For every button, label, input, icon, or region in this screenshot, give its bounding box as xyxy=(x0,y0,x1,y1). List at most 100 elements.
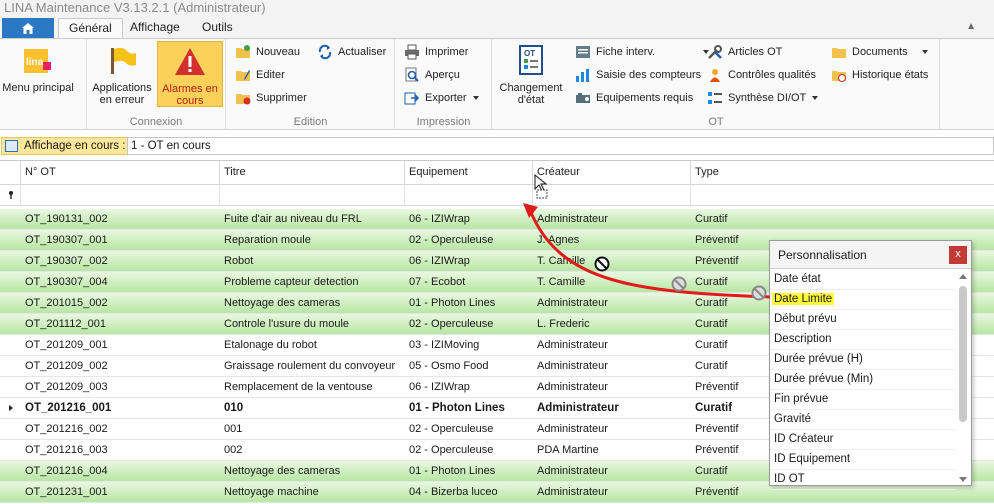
field-list-item[interactable]: Date Limite xyxy=(770,290,956,310)
documents-button[interactable]: Documents xyxy=(831,42,928,62)
supprimer-button[interactable]: Supprimer xyxy=(235,88,307,108)
column-header-createur[interactable]: Créateur xyxy=(533,161,691,184)
group-menu: lina Menu principal xyxy=(0,39,78,130)
field-list-item[interactable]: Description xyxy=(770,330,956,350)
row-selector[interactable] xyxy=(0,356,21,376)
group-edition: Nouveau Editer Supprimer Actualiser Edit… xyxy=(227,39,395,130)
apercu-label: Aperçu xyxy=(425,69,460,81)
actualiser-button[interactable]: Actualiser xyxy=(317,42,386,62)
field-list-item[interactable]: ID OT xyxy=(770,470,956,490)
cell-equipement: 01 - Photon Lines xyxy=(409,465,496,477)
field-list-item[interactable]: Date état xyxy=(770,270,956,290)
applications-en-erreur-button[interactable]: Applications en erreur xyxy=(90,41,154,106)
column-header-titre[interactable]: Titre xyxy=(220,161,405,184)
row-selector[interactable] xyxy=(0,293,21,313)
cell-titre: Controle l'usure du moule xyxy=(224,318,350,330)
column-header-type[interactable]: Type xyxy=(691,161,994,184)
articles-ot-button[interactable]: Articles OT xyxy=(707,42,782,62)
field-list-scrollbar[interactable] xyxy=(957,272,969,484)
controles-qualites-button[interactable]: Contrôles qualités xyxy=(707,65,816,85)
synthese-di-ot-button[interactable]: Synthèse DI/OT xyxy=(707,88,819,108)
cell-no-ot: OT_190307_002 xyxy=(25,255,108,267)
row-selector[interactable] xyxy=(0,419,21,439)
column-header-no-ot[interactable]: N° OT xyxy=(21,161,220,184)
cell-no-ot: OT_201209_001 xyxy=(25,339,108,351)
field-list-item[interactable]: ID Créateur xyxy=(770,430,956,450)
row-selector[interactable] xyxy=(0,440,21,460)
filter-equipement[interactable] xyxy=(405,185,533,205)
changement-etat-button[interactable]: OT Changement d'état xyxy=(497,41,565,106)
row-selector[interactable] xyxy=(0,272,21,292)
row-selector[interactable] xyxy=(0,314,21,334)
cell-titre: Nettoyage machine xyxy=(224,486,319,498)
cell-createur: Administrateur xyxy=(537,402,619,414)
row-selector[interactable] xyxy=(0,230,21,250)
ribbon-collapse-icon[interactable]: ▲ xyxy=(966,21,976,32)
equipements-requis-button[interactable]: Equipements requis xyxy=(575,88,693,108)
documents-label: Documents xyxy=(852,46,908,58)
cell-createur: Administrateur xyxy=(537,297,608,309)
row-selector[interactable] xyxy=(0,209,21,229)
column-header-equipement[interactable]: Equipement xyxy=(405,161,533,184)
tab-affichage[interactable]: Affichage xyxy=(120,18,190,38)
alarmes-en-cours-button[interactable]: Alarmes en cours xyxy=(157,41,223,107)
supprimer-label: Supprimer xyxy=(256,92,307,104)
fiche-interv-button[interactable]: Fiche interv. xyxy=(575,42,710,62)
field-list-item[interactable]: Durée prévue (Min) xyxy=(770,370,956,390)
field-list-item[interactable]: Début prévu xyxy=(770,310,956,330)
close-icon: x xyxy=(955,248,961,260)
editer-button[interactable]: Editer xyxy=(235,65,285,85)
field-list-item[interactable]: ID Equipement xyxy=(770,450,956,470)
menu-principal-button[interactable]: lina Menu principal xyxy=(2,41,74,94)
synthese-dropdown-icon xyxy=(812,96,819,100)
alarmes-en-cours-label: Alarmes en cours xyxy=(162,83,218,107)
row-selector[interactable] xyxy=(0,251,21,271)
scroll-down-icon[interactable] xyxy=(959,477,967,482)
tab-outils[interactable]: Outils xyxy=(192,18,243,38)
imprimer-button[interactable]: Imprimer xyxy=(404,42,468,62)
row-selector[interactable] xyxy=(0,335,21,355)
apercu-button[interactable]: Aperçu xyxy=(404,65,460,85)
field-list-item[interactable]: Fin prévue xyxy=(770,390,956,410)
synthese-di-ot-label: Synthèse DI/OT xyxy=(728,92,807,104)
filter-no-ot[interactable] xyxy=(21,185,220,205)
filter-titre[interactable] xyxy=(220,185,405,205)
scroll-up-icon[interactable] xyxy=(959,274,967,279)
group-ot: OT Changement d'état Fiche interv. Saisi… xyxy=(493,39,940,130)
cell-no-ot: OT_201216_001 xyxy=(25,402,112,414)
historique-etats-label: Historique états xyxy=(852,69,929,81)
controles-qualites-label: Contrôles qualités xyxy=(728,69,817,81)
field-list-item-label: ID Créateur xyxy=(774,433,834,445)
cell-titre: Etalonage du robot xyxy=(224,339,317,351)
field-list-item[interactable]: Gravité xyxy=(770,410,956,430)
close-button[interactable]: x xyxy=(949,246,967,264)
filter-createur[interactable] xyxy=(533,185,691,205)
imprimer-label: Imprimer xyxy=(425,46,469,58)
row-selector[interactable] xyxy=(0,461,21,481)
row-selector[interactable] xyxy=(0,377,21,397)
filter-type[interactable] xyxy=(691,185,994,205)
field-list: Date état Date Limite Début prévu Descripti… xyxy=(770,270,956,490)
saisie-compteurs-button[interactable]: Saisie des compteurs xyxy=(575,65,701,85)
historique-etats-button[interactable]: Historique états xyxy=(831,65,928,85)
field-list-item[interactable]: Durée prévue (H) xyxy=(770,350,956,370)
exporter-button[interactable]: Exporter xyxy=(404,88,479,108)
row-selector[interactable] xyxy=(0,482,21,502)
nouveau-button[interactable]: Nouveau xyxy=(235,42,300,62)
current-view-field[interactable]: 1 - OT en cours xyxy=(127,137,994,155)
bar-chart-icon xyxy=(575,67,591,83)
tab-general[interactable]: Général xyxy=(58,18,123,39)
view-selector-label[interactable]: Affichage en cours : xyxy=(1,137,132,155)
ot-document-icon: OT xyxy=(514,44,548,78)
cell-createur: L. Frederic xyxy=(537,318,590,330)
cell-no-ot: OT_201231_001 xyxy=(25,486,108,498)
cell-titre: Graissage roulement du convoyeur xyxy=(224,360,396,372)
field-list-item-label: ID OT xyxy=(774,473,805,485)
cell-createur: T. Camille xyxy=(537,255,586,267)
table-row[interactable]: OT_190131_002 Fuite d'air au niveau du FR… xyxy=(0,209,994,230)
home-button[interactable] xyxy=(2,18,54,38)
scroll-thumb[interactable] xyxy=(959,286,967,422)
row-selector[interactable] xyxy=(0,398,21,418)
cell-equipement: 06 - IZIWrap xyxy=(409,255,470,267)
actualiser-label: Actualiser xyxy=(338,46,387,58)
